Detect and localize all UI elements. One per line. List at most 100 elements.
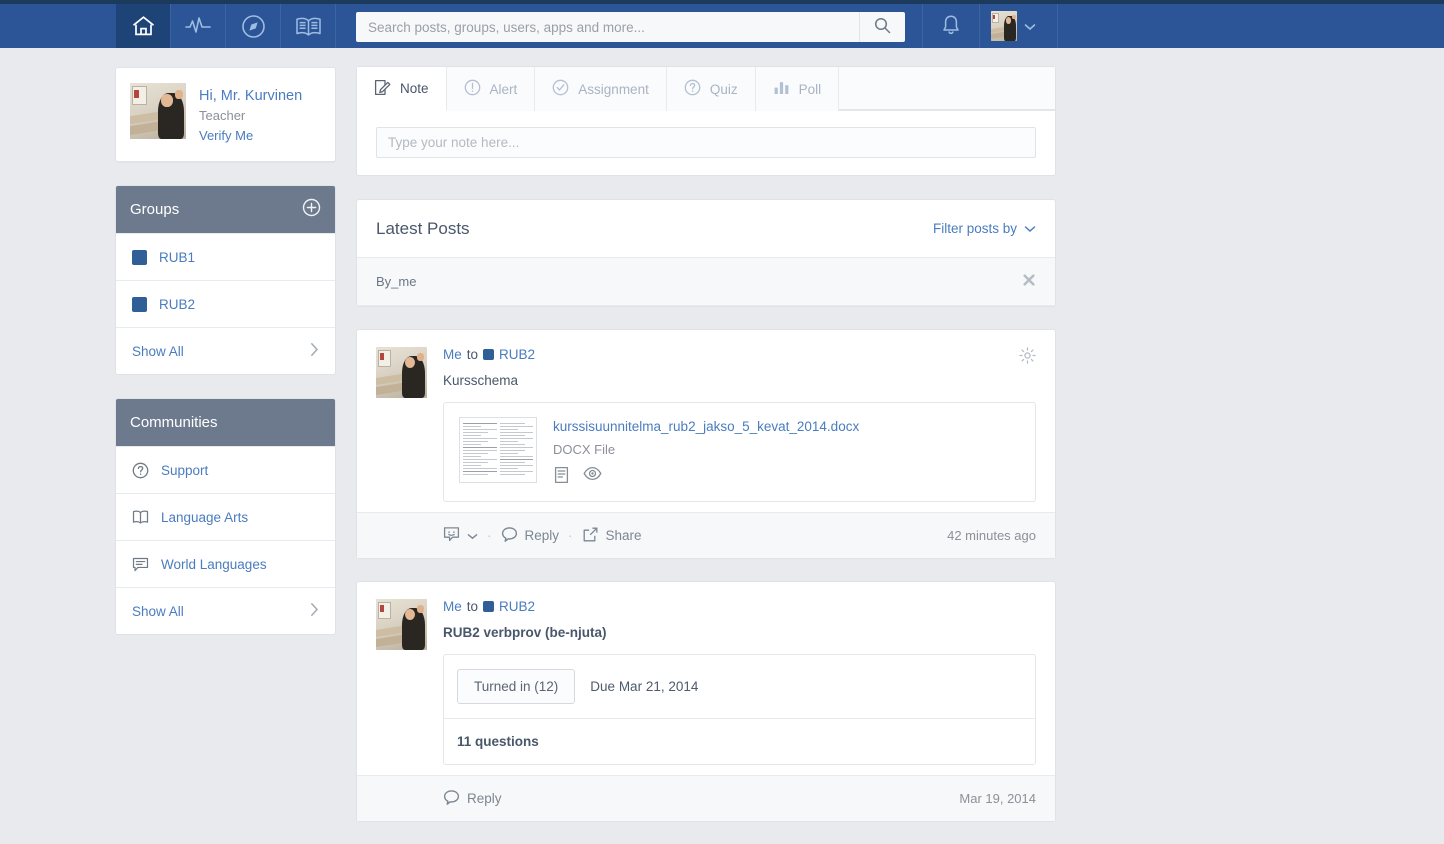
post-group-label: RUB2: [499, 599, 536, 614]
community-label: Language Arts: [161, 509, 249, 525]
book-open-icon: [132, 509, 149, 526]
reply-label: Reply: [467, 791, 502, 806]
post-group-link[interactable]: RUB2: [483, 599, 535, 614]
page-title: Latest Posts: [376, 218, 470, 238]
latest-posts-panel: Latest Posts Filter posts by By_me: [356, 199, 1056, 307]
post-header: Me to RUB2: [443, 599, 1036, 614]
feed-header: Latest Posts Filter posts by: [357, 200, 1055, 258]
comment-icon: [443, 789, 460, 809]
post-header: Me to RUB2: [443, 347, 1036, 362]
groups-panel-header: Groups: [116, 186, 335, 233]
post-group-link[interactable]: RUB2: [483, 347, 535, 362]
bar-chart-icon: [773, 79, 790, 99]
alert-circle-icon: [464, 79, 481, 99]
profile-greeting: Hi, Mr. Kurvinen: [199, 88, 303, 104]
comment-icon: [501, 526, 518, 546]
separator-dot: ·: [568, 528, 573, 543]
chevron-down-icon: [1024, 221, 1036, 236]
nav-discover-button[interactable]: [226, 4, 281, 48]
note-input[interactable]: [376, 127, 1036, 158]
user-menu-button[interactable]: [980, 4, 1058, 48]
question-circle-icon: [132, 462, 149, 479]
filter-posts-by-button[interactable]: Filter posts by: [933, 221, 1036, 236]
nav-home-button[interactable]: [116, 4, 171, 48]
group-color-swatch: [132, 296, 147, 312]
tab-alert[interactable]: Alert: [446, 67, 536, 111]
groups-show-all[interactable]: Show All: [116, 327, 335, 374]
post-title: RUB2 verbprov (be-njuta): [443, 625, 607, 640]
tab-poll[interactable]: Poll: [755, 67, 840, 111]
document-thumbnail[interactable]: [459, 417, 537, 483]
reaction-button[interactable]: [443, 526, 478, 546]
assignment-due-date: Due Mar 21, 2014: [590, 679, 699, 694]
search-icon: [874, 17, 891, 37]
communities-show-all[interactable]: Show All: [116, 587, 335, 634]
post-author-link[interactable]: Me: [443, 599, 462, 614]
group-label: RUB1: [159, 249, 196, 265]
close-icon[interactable]: [1022, 273, 1036, 290]
main-column: Note Alert Assignment Quiz Poll Type you…: [356, 66, 1056, 844]
tab-quiz[interactable]: Quiz: [666, 67, 756, 111]
nav-activity-button[interactable]: [171, 4, 226, 48]
emoji-icon: [443, 526, 460, 546]
sidebar-item-support[interactable]: Support: [116, 446, 335, 493]
chevron-down-icon: [1024, 19, 1036, 34]
search-bar[interactable]: [356, 12, 905, 42]
sidebar: Hi, Mr. Kurvinen Teacher Verify Me Group…: [115, 67, 336, 658]
assignment-summary: Turned in (12) Due Mar 21, 2014 11 quest…: [443, 654, 1036, 765]
notifications-button[interactable]: [922, 4, 980, 48]
tabs-filler: [839, 67, 1055, 110]
search-input[interactable]: [356, 13, 859, 41]
search-button[interactable]: [859, 12, 905, 42]
document-icon[interactable]: [553, 466, 570, 487]
sidebar-item-rub2[interactable]: RUB2: [116, 280, 335, 327]
share-button[interactable]: Share: [582, 526, 642, 546]
reply-label: Reply: [524, 528, 560, 543]
verify-me-link[interactable]: Verify Me: [199, 126, 302, 146]
reply-button[interactable]: Reply: [443, 789, 502, 809]
post-footer: Reply Mar 19, 2014: [357, 775, 1055, 821]
post-text: Kursschema: [443, 373, 519, 388]
question-circle-icon: [684, 79, 701, 99]
sidebar-item-language-arts[interactable]: Language Arts: [116, 493, 335, 540]
activity-icon: [185, 16, 211, 36]
post-item: Me to RUB2 Kursschema kurssisuunnitelma_…: [356, 329, 1056, 559]
nav-library-button[interactable]: [281, 4, 336, 48]
profile-role: Teacher: [199, 108, 246, 123]
groups-title: Groups: [130, 201, 180, 218]
community-label: World Languages: [161, 556, 267, 572]
tab-assignment[interactable]: Assignment: [535, 67, 667, 111]
filter-label: Filter posts by: [932, 221, 1017, 236]
chevron-right-icon: [310, 342, 319, 360]
assignment-question-count: 11 questions: [457, 734, 539, 749]
active-filter-row: By_me: [357, 258, 1055, 306]
post-to-word: to: [466, 347, 479, 362]
post-item: Me to RUB2 RUB2 verbprov (be-njuta) Turn…: [356, 581, 1056, 822]
plus-circle-icon[interactable]: [302, 198, 321, 221]
attachment-filename-link[interactable]: kurssisuunnitelma_rub2_jakso_5_kevat_201…: [553, 419, 859, 434]
bell-icon: [941, 14, 961, 39]
post-author-avatar: [376, 599, 427, 650]
reply-button[interactable]: Reply: [501, 526, 560, 546]
tab-note[interactable]: Note: [357, 67, 447, 111]
sidebar-item-rub1[interactable]: RUB1: [116, 233, 335, 280]
gear-icon[interactable]: [1019, 347, 1036, 367]
tab-label: Note: [400, 81, 429, 96]
book-icon: [295, 16, 322, 37]
eye-icon[interactable]: [583, 466, 602, 487]
communities-title: Communities: [130, 414, 218, 431]
composer-body: [357, 111, 1055, 175]
sidebar-item-world-languages[interactable]: World Languages: [116, 540, 335, 587]
separator-dot: ·: [487, 528, 492, 543]
post-composer: Note Alert Assignment Quiz Poll Type you…: [356, 66, 1056, 176]
show-all-label: Show All: [132, 603, 184, 619]
turned-in-button[interactable]: Turned in (12): [457, 669, 576, 704]
speech-bubble-icon: [132, 556, 149, 573]
tab-label: Poll: [798, 81, 822, 97]
compass-icon: [241, 14, 266, 39]
post-author-link[interactable]: Me: [443, 347, 462, 362]
communities-panel: Communities Support Language Arts World …: [115, 398, 336, 635]
check-circle-icon: [552, 79, 569, 99]
groups-panel: Groups RUB1 RUB2 Show All: [115, 185, 336, 375]
group-color-swatch: [132, 249, 147, 265]
